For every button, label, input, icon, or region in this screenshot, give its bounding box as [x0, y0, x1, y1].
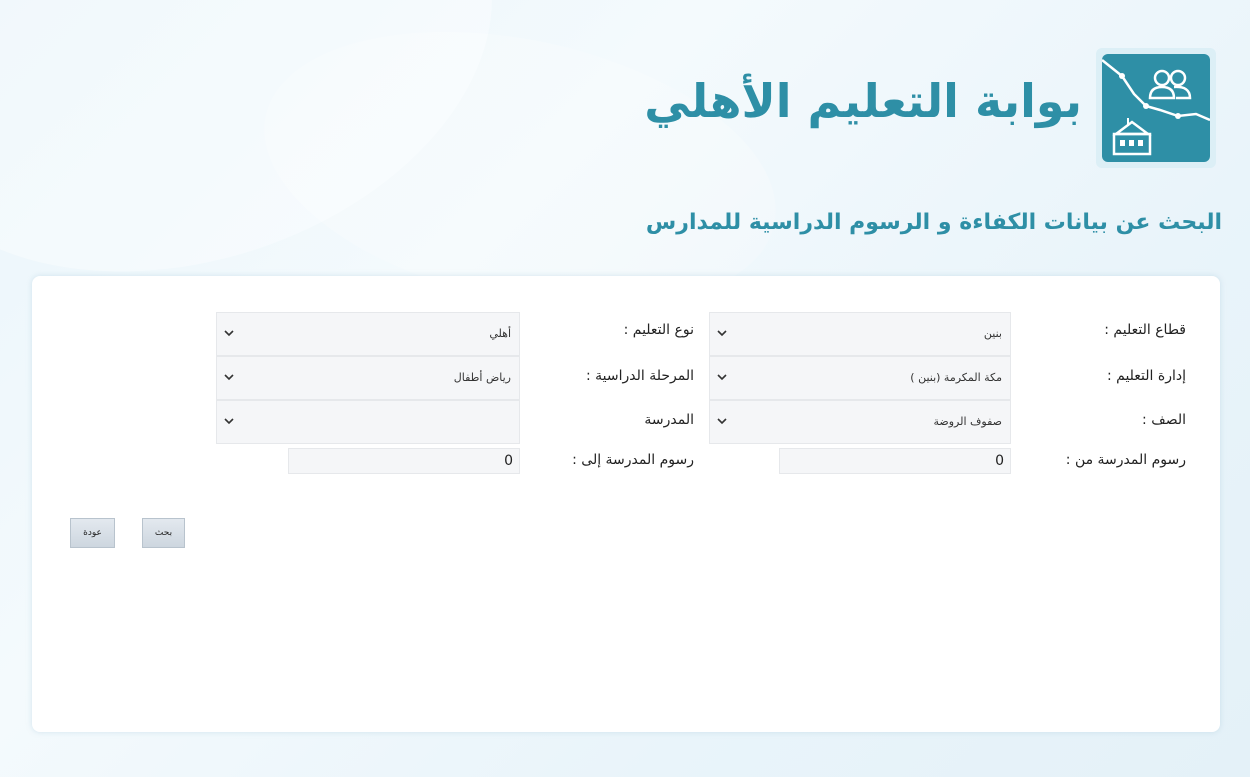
school-select[interactable]	[216, 400, 520, 444]
chevron-down-icon	[717, 418, 727, 425]
administration-select[interactable]: مكة المكرمة (بنين )	[709, 356, 1011, 400]
fees-to-input[interactable]: 0	[288, 448, 520, 474]
grade-label: الصف :	[1142, 412, 1186, 428]
chevron-down-icon	[224, 330, 234, 337]
sector-select[interactable]: بنين	[709, 312, 1011, 356]
back-button[interactable]: عودة	[70, 518, 115, 548]
stage-label: المرحلة الدراسية :	[585, 368, 694, 384]
portal-logo	[1096, 48, 1216, 168]
fees-to-label: رسوم المدرسة إلى :	[572, 452, 694, 468]
page-heading: البحث عن بيانات الكفاءة و الرسوم الدراسي…	[645, 210, 1222, 235]
search-button[interactable]: بحث	[142, 518, 185, 548]
education-type-label: نوع التعليم :	[623, 322, 694, 338]
fees-from-input[interactable]: 0	[779, 448, 1011, 474]
chevron-down-icon	[224, 374, 234, 381]
chevron-down-icon	[224, 418, 234, 425]
administration-label: إدارة التعليم :	[1106, 368, 1186, 384]
sector-select-value: بنين	[983, 327, 1002, 340]
fees-from-label: رسوم المدرسة من :	[1065, 452, 1186, 468]
administration-select-value: مكة المكرمة (بنين )	[910, 371, 1002, 384]
search-form-card: قطاع التعليم : بنين نوع التعليم : أهلي إ…	[32, 276, 1220, 732]
stage-select-value: رياض أطفال	[453, 371, 511, 384]
fees-to-value: 0	[504, 453, 513, 469]
education-type-select-value: أهلي	[489, 327, 511, 340]
portal-logo-icon	[1102, 54, 1210, 162]
education-type-select[interactable]: أهلي	[216, 312, 520, 356]
portal-title: بوابة التعليم الأهلي	[644, 74, 1082, 128]
stage-select[interactable]: رياض أطفال	[216, 356, 520, 400]
school-label: المدرسة	[644, 412, 694, 428]
chevron-down-icon	[717, 374, 727, 381]
sector-label: قطاع التعليم :	[1104, 322, 1186, 338]
fees-from-value: 0	[995, 453, 1004, 469]
grade-select-value: صفوف الروضة	[933, 415, 1002, 428]
grade-select[interactable]: صفوف الروضة	[709, 400, 1011, 444]
chevron-down-icon	[717, 330, 727, 337]
